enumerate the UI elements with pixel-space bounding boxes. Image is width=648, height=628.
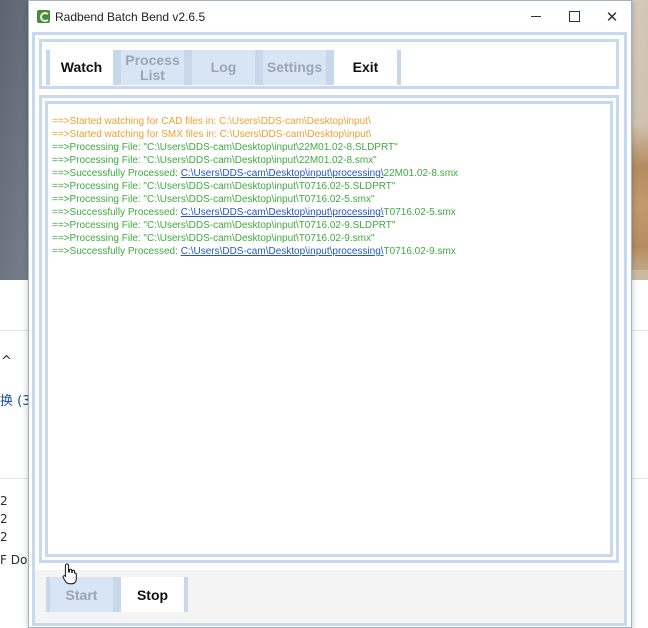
tab-settings[interactable]: Settings xyxy=(259,50,330,85)
log-line: ==>Processing File: "C:\Users\DDS-cam\De… xyxy=(52,193,610,206)
window-title: Radbend Batch Bend v2.6.5 xyxy=(55,10,206,24)
stop-button[interactable]: Stop xyxy=(117,577,188,612)
log-folder-link[interactable]: C:\Users\DDS-cam\Desktop\input\processin… xyxy=(181,246,384,257)
log-line: ==>Successfully Processed: C:\Users\DDS-… xyxy=(52,206,610,219)
log-line: ==>Processing File: "C:\Users\DDS-cam\De… xyxy=(52,232,610,245)
log-line-text: ==>Successfully Processed: xyxy=(52,168,181,179)
close-button[interactable]: ✕ xyxy=(593,1,631,32)
tab-label: Watch xyxy=(60,59,103,75)
close-icon: ✕ xyxy=(605,8,619,26)
log-panel: ==>Started watching for CAD files in: C:… xyxy=(39,95,619,563)
bottom-toolbar: Start Stop xyxy=(35,570,624,623)
log-line-text: ==>Processing File: "C:\Users\DDS-cam\De… xyxy=(52,181,396,192)
log-line-filename: T0716.02-9.smx xyxy=(383,246,456,257)
background-chevron: ^ xyxy=(1,354,12,369)
maximize-button[interactable] xyxy=(555,1,593,32)
log-line: ==>Processing File: "C:\Users\DDS-cam\De… xyxy=(52,219,610,232)
log-folder-link[interactable]: C:\Users\DDS-cam\Desktop\input\processin… xyxy=(181,207,384,218)
tab-process-list[interactable]: Process List xyxy=(117,50,188,85)
log-line-text: ==>Successfully Processed: xyxy=(52,246,181,257)
log-folder-link[interactable]: C:\Users\DDS-cam\Desktop\input\processin… xyxy=(181,168,384,179)
log-line: ==>Started watching for CAD files in: C:… xyxy=(52,115,610,128)
log-line-text: ==>Processing File: "C:\Users\DDS-cam\De… xyxy=(52,194,375,205)
hand-cursor-icon xyxy=(62,563,77,585)
log-line: ==>Successfully Processed: C:\Users\DDS-… xyxy=(52,245,610,258)
tab-label: Settings xyxy=(266,59,323,75)
tab-exit[interactable]: Exit xyxy=(330,50,401,85)
start-button-label: Start xyxy=(65,586,98,603)
log-line-text: ==>Processing File: "C:\Users\DDS-cam\De… xyxy=(52,155,377,166)
title-bar[interactable]: Radbend Batch Bend v2.6.5 ✕ xyxy=(29,1,631,32)
background-list-value: 2 xyxy=(0,530,8,544)
background-item-text: 换 (3 xyxy=(0,394,31,409)
log-line: ==>Processing File: "C:\Users\DDS-cam\De… xyxy=(52,141,610,154)
app-window: Radbend Batch Bend v2.6.5 ✕ Watch Proces… xyxy=(28,0,632,628)
tab-strip: Watch Process List Log Settings Exit xyxy=(39,39,619,89)
start-button[interactable]: Start xyxy=(46,577,117,612)
log-line-text: ==>Started watching for CAD files in: C:… xyxy=(52,116,371,127)
tab-watch[interactable]: Watch xyxy=(46,50,117,85)
background-list-value: 2 xyxy=(0,494,8,508)
log-line-text: ==>Started watching for SMX files in: C:… xyxy=(52,129,372,140)
log-line-text: ==>Processing File: "C:\Users\DDS-cam\De… xyxy=(52,142,398,153)
tab-log[interactable]: Log xyxy=(188,50,259,85)
minimize-icon xyxy=(531,16,541,17)
log-line: ==>Successfully Processed: C:\Users\DDS-… xyxy=(52,167,610,180)
log-line-text: ==>Processing File: "C:\Users\DDS-cam\De… xyxy=(52,233,375,244)
maximize-icon xyxy=(568,11,580,22)
log-output[interactable]: ==>Started watching for CAD files in: C:… xyxy=(45,101,613,557)
log-line-filename: T0716.02-5.smx xyxy=(383,207,456,218)
log-line: ==>Processing File: "C:\Users\DDS-cam\De… xyxy=(52,154,610,167)
log-line-text: ==>Processing File: "C:\Users\DDS-cam\De… xyxy=(52,220,396,231)
tab-label: Log xyxy=(210,59,237,75)
tab-label: Exit xyxy=(352,59,379,75)
log-line: ==>Started watching for SMX files in: C:… xyxy=(52,128,610,141)
log-line: ==>Processing File: "C:\Users\DDS-cam\De… xyxy=(52,180,610,193)
stop-button-label: Stop xyxy=(136,586,169,603)
log-line-text: ==>Successfully Processed: xyxy=(52,207,181,218)
tab-label: Process List xyxy=(125,51,180,83)
background-partial-text: F Do xyxy=(0,553,28,567)
app-logo-icon xyxy=(37,10,50,23)
background-list-value: 2 xyxy=(0,512,8,526)
minimize-button[interactable] xyxy=(517,1,555,32)
log-line-filename: 22M01.02-8.smx xyxy=(383,168,459,179)
client-area: Watch Process List Log Settings Exit ==>… xyxy=(32,32,627,626)
